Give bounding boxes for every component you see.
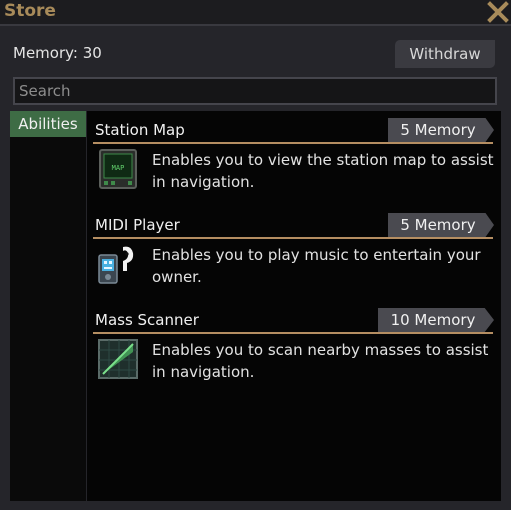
buy-button[interactable]: 5 Memory <box>388 118 494 142</box>
withdraw-button[interactable]: Withdraw <box>395 40 495 68</box>
category-list <box>10 111 86 501</box>
tab-abilities[interactable]: Abilities <box>10 111 86 137</box>
item-description: Enables you to view the station map to a… <box>152 151 494 191</box>
mass-scanner-icon <box>97 338 139 380</box>
item-description: Enables you to play music to entertain y… <box>152 246 481 286</box>
svg-text:MAP: MAP <box>112 164 125 172</box>
listing-item: Station Map 5 Memory MAP Enables you to … <box>87 111 501 201</box>
item-name: Station Map <box>95 121 185 139</box>
listing-item: MIDI Player 5 Memory Enables you to play… <box>87 206 501 296</box>
search-input[interactable] <box>13 77 497 105</box>
store-window: Store Memory: 30 Withdraw Abilities Stat… <box>0 0 511 510</box>
buy-button[interactable]: 10 Memory <box>378 308 494 332</box>
item-description: Enables you to scan nearby masses to ass… <box>152 341 489 381</box>
item-divider <box>93 332 493 334</box>
item-name: Mass Scanner <box>95 311 199 329</box>
buy-button[interactable]: 5 Memory <box>388 213 494 237</box>
title-bar: Store <box>0 0 511 24</box>
midi-player-icon <box>97 243 139 285</box>
item-divider <box>93 142 493 144</box>
memory-balance: Memory: 30 <box>13 44 102 62</box>
item-divider <box>93 237 493 239</box>
title-divider <box>0 24 511 26</box>
item-name: MIDI Player <box>95 216 180 234</box>
window-title: Store <box>4 1 56 21</box>
close-icon[interactable] <box>486 0 510 24</box>
station-map-icon: MAP <box>97 148 139 190</box>
listing-item: Mass Scanner 10 Memory Enables you to sc… <box>87 301 501 391</box>
